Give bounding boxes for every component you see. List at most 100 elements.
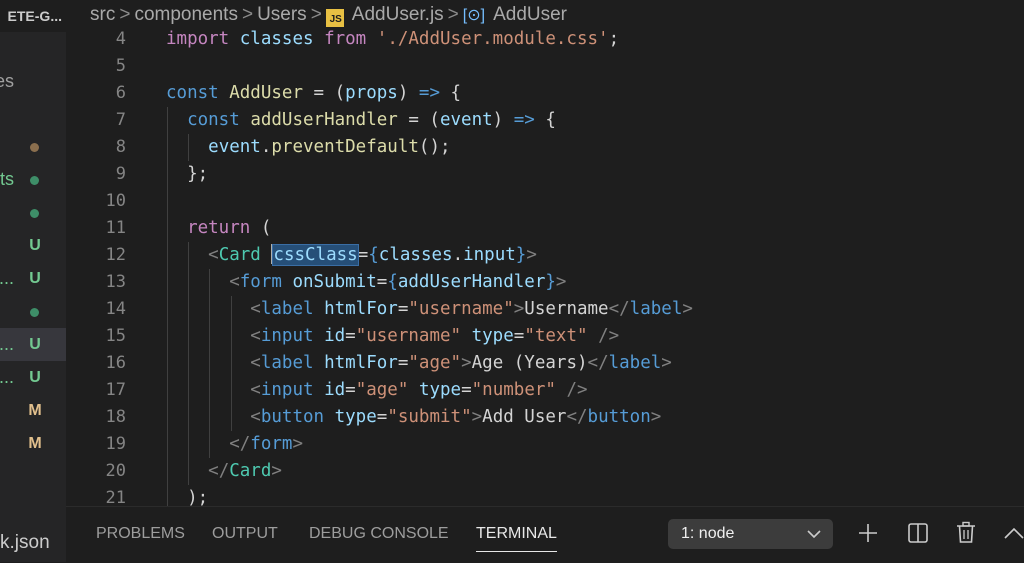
code-token: = [397, 299, 409, 319]
code-line[interactable]: 17 <input id="age" type="number" /> [66, 377, 1024, 404]
explorer-item[interactable]: es [0, 65, 66, 98]
code-line[interactable]: 7 const addUserHandler = (event) => { [66, 107, 1024, 134]
explorer-item[interactable] [0, 196, 66, 229]
selected-text: cssClass [272, 244, 359, 266]
code-token: < [208, 245, 219, 265]
explorer-item[interactable]: M [0, 427, 66, 460]
code-line[interactable]: 4 import classes from './AddUser.module.c… [66, 30, 1024, 53]
code-line[interactable]: 21 ); [66, 485, 1024, 506]
explorer-title[interactable]: ETE-G... [0, 0, 66, 32]
code-token: id [324, 380, 346, 400]
code-token: </ [229, 434, 251, 454]
code-line[interactable]: 8 event.preventDefault(); [66, 134, 1024, 161]
code-token: Username [524, 299, 609, 319]
code-line[interactable]: 13 <form onSubmit={addUserHandler}> [66, 269, 1024, 296]
code-line[interactable]: 5 [66, 53, 1024, 80]
code-token: addUserHandler [250, 110, 398, 130]
code-line[interactable]: 19 </form> [66, 431, 1024, 458]
code-token: = [345, 326, 356, 346]
terminal-select[interactable]: 1: node [668, 519, 833, 549]
code-line[interactable]: 16 <label htmlFor="age">Age (Years)</lab… [66, 350, 1024, 377]
code-token: => [418, 83, 440, 103]
code-text: event.preventDefault(); [166, 134, 450, 161]
code-token: "username" [408, 299, 514, 319]
line-number: 9 [115, 164, 126, 184]
code-token: from [324, 30, 367, 49]
code-token: ; [608, 30, 620, 49]
code-editor[interactable]: 4 import classes from './AddUser.module.c… [66, 30, 1024, 506]
line-number: 20 [105, 461, 126, 481]
code-token: < [250, 299, 261, 319]
code-line[interactable]: 14 <label htmlFor="username">Username</l… [66, 296, 1024, 323]
code-token: </ [566, 407, 588, 427]
breadcrumb-users[interactable]: Users [257, 4, 307, 25]
explorer-item-label: ts [0, 169, 14, 189]
plus-icon[interactable] [858, 521, 878, 550]
tab-debug-console[interactable]: DEBUG CONSOLE [309, 525, 449, 543]
code-line[interactable]: 18 <button type="submit">Add User</butto… [66, 404, 1024, 431]
code-line[interactable]: 10 [66, 188, 1024, 215]
chevron-right-icon: > [447, 4, 459, 25]
code-token: "number" [471, 380, 556, 400]
code-token: import [166, 30, 230, 49]
chevron-up-icon[interactable] [1004, 521, 1024, 550]
code-token: type [471, 326, 514, 346]
code-token: Card [229, 461, 272, 481]
code-line[interactable]: 9 }; [66, 161, 1024, 188]
code-token: . [452, 245, 464, 265]
code-line[interactable]: 6 const AddUser = (props) => { [66, 80, 1024, 107]
tab-output[interactable]: OUTPUT [212, 525, 278, 543]
trash-icon[interactable] [956, 521, 976, 550]
code-token: htmlFor [324, 299, 398, 319]
modified-dot-icon [30, 143, 39, 152]
tab-problems[interactable]: PROBLEMS [96, 525, 185, 543]
breadcrumb: src > components > Users > JS AddUser.js > [⊙] Add… [66, 0, 1024, 30]
modified-dot-icon [30, 176, 39, 185]
explorer-item[interactable]: M [0, 394, 66, 427]
code-token: label [608, 353, 662, 373]
code-line[interactable]: 11 return ( [66, 215, 1024, 242]
code-token: label [629, 299, 683, 319]
breadcrumb-components[interactable]: components [134, 4, 238, 25]
explorer-item[interactable]: U [0, 229, 66, 262]
code-line[interactable]: 20 </Card> [66, 458, 1024, 485]
code-token: return [187, 218, 251, 238]
line-number: 18 [105, 407, 126, 427]
line-number: 11 [105, 218, 126, 238]
code-line[interactable]: 15 <input id="username" type="text" /> [66, 323, 1024, 350]
code-token: = [513, 326, 525, 346]
git-status-badge: M [28, 435, 42, 452]
split-icon[interactable] [908, 521, 928, 550]
explorer-item[interactable] [0, 130, 66, 163]
code-token: > [650, 407, 662, 427]
explorer-item-label: r... [0, 367, 14, 387]
tab-terminal[interactable]: TERMINAL [476, 525, 557, 552]
explorer-item[interactable] [0, 295, 66, 328]
code-line[interactable]: 12 <Card cssClass={classes.input}> [66, 242, 1024, 269]
breadcrumb-src[interactable]: src [90, 4, 115, 25]
breadcrumb-file[interactable]: AddUser.js [352, 4, 444, 25]
explorer-item[interactable]: o... U [0, 262, 66, 295]
explorer-item[interactable]: ts [0, 163, 66, 196]
code-token: > [682, 299, 693, 319]
explorer-item[interactable]: r... U [0, 328, 66, 361]
line-number: 4 [115, 30, 126, 49]
code-token: id [324, 326, 346, 346]
explorer-item[interactable]: r... U [0, 361, 66, 394]
code-token: Add User [482, 407, 567, 427]
code-token: props [345, 83, 398, 103]
code-token: } [545, 272, 556, 292]
code-token: => [513, 110, 535, 130]
explorer-file-item[interactable]: k.json [0, 532, 50, 554]
code-token: = [397, 353, 409, 373]
breadcrumb-symbol[interactable]: AddUser [493, 4, 567, 25]
code-token: "text" [524, 326, 588, 346]
